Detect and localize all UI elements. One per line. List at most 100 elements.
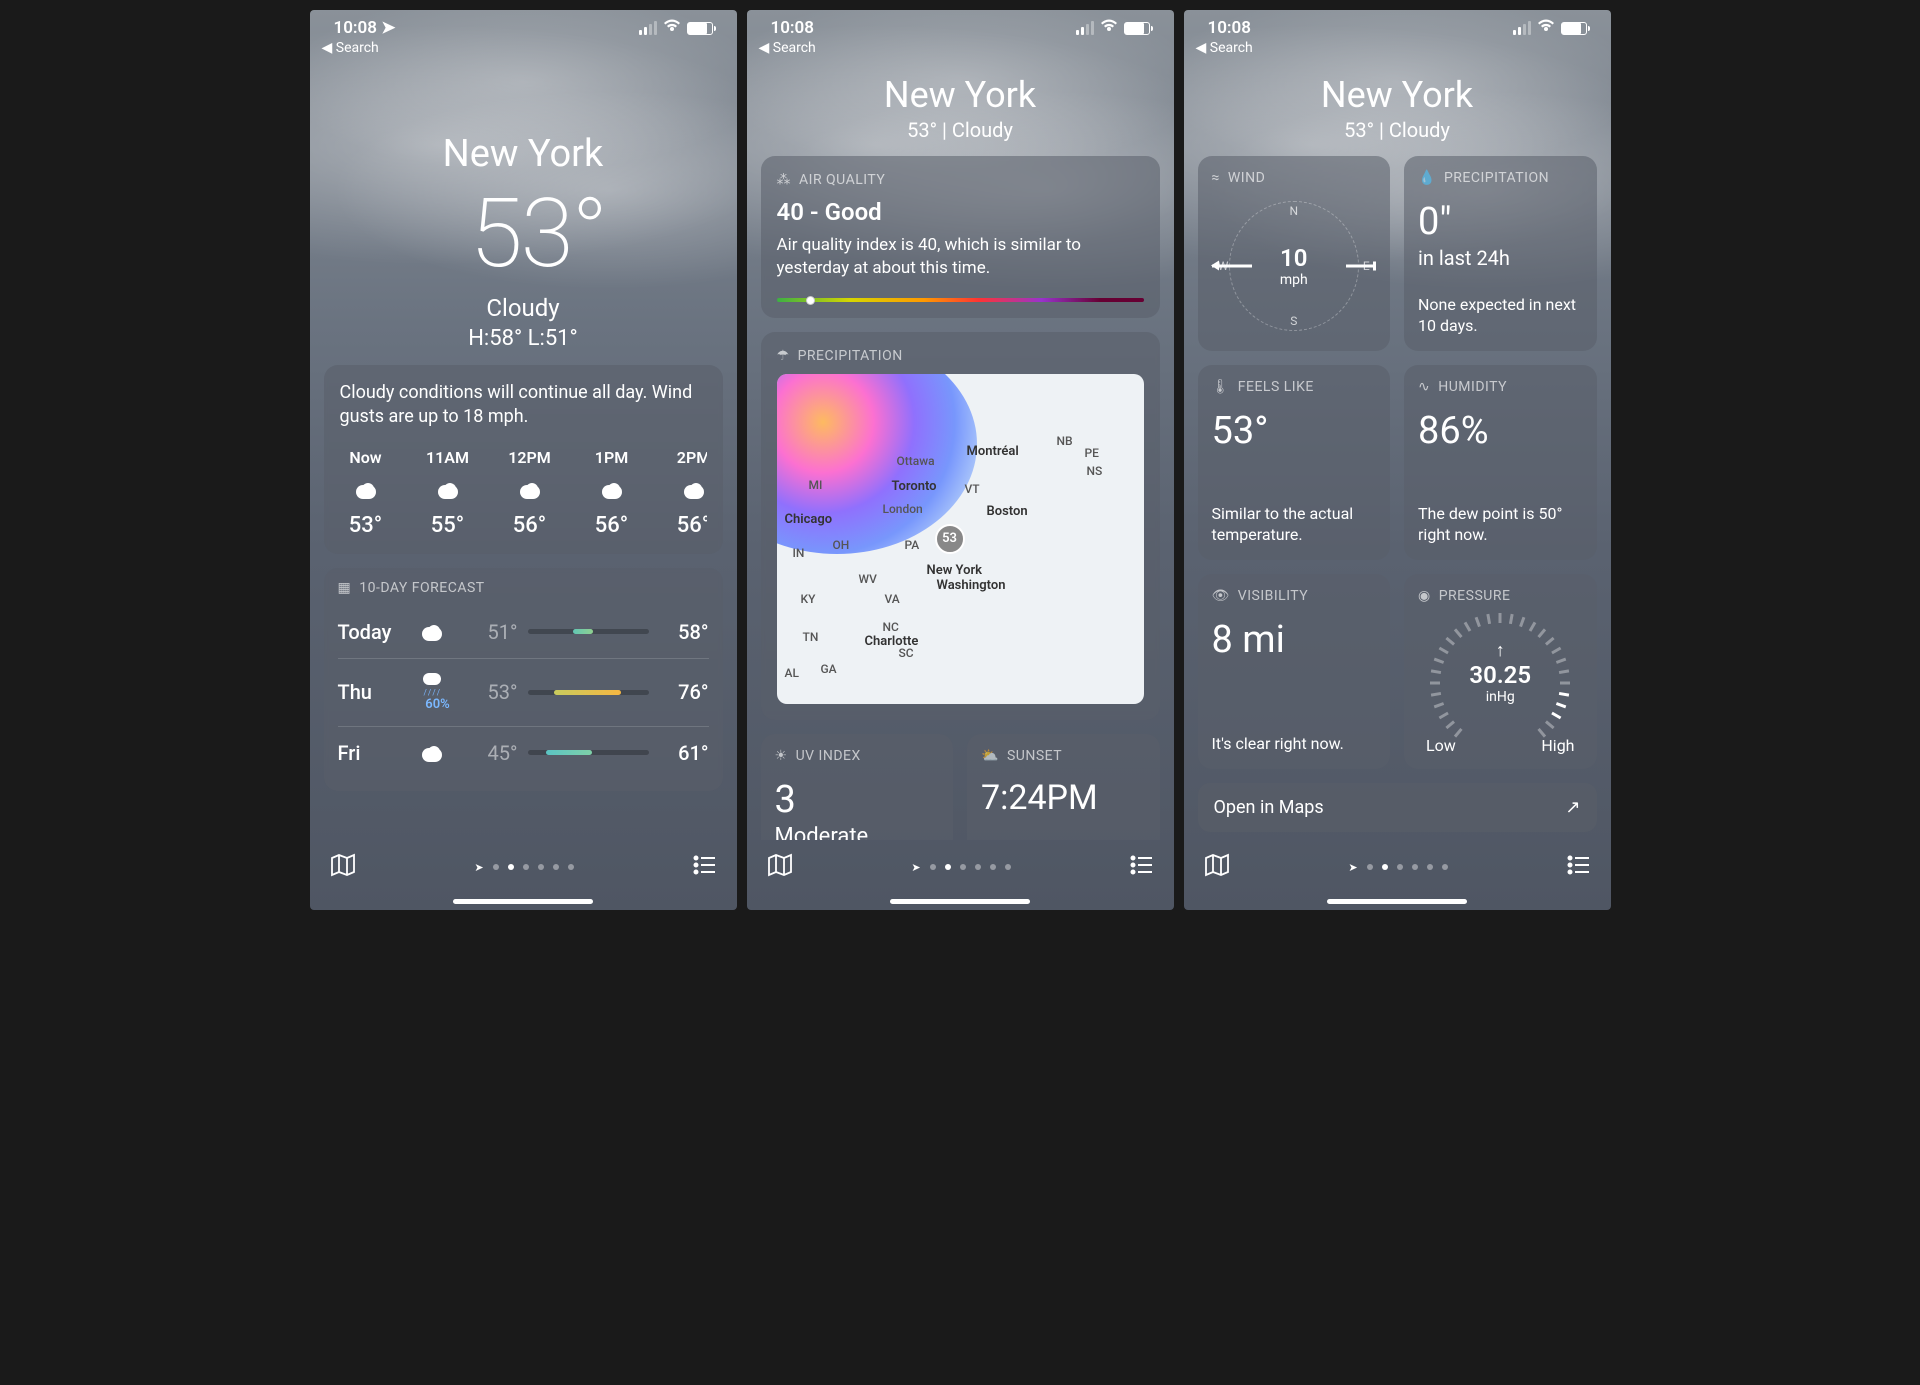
map-label: IN (793, 546, 805, 560)
map-label: VA (885, 592, 900, 606)
signal-icon (1076, 21, 1094, 35)
thermometer-icon: 🌡 (1212, 379, 1230, 395)
cloud-icon (352, 481, 380, 499)
precip-sub: in last 24h (1418, 246, 1583, 270)
precip-map-card[interactable]: ☂PRECIPITATION 53 MontréalOttawaTorontoL… (761, 332, 1160, 720)
wifi-icon (1537, 18, 1555, 38)
hourly-card[interactable]: Cloudy conditions will continue all day.… (324, 365, 723, 554)
map-label: MI (809, 478, 823, 492)
precip-map[interactable]: 53 MontréalOttawaTorontoLondonBostonNew … (777, 374, 1144, 704)
uv-level: Moderate (775, 824, 940, 840)
ten-day-title: 10-DAY FORECAST (359, 580, 484, 596)
sun-icon: ☀ (775, 748, 788, 764)
map-label: WV (859, 572, 877, 586)
status-time: 10:08 (334, 18, 377, 38)
wind-card[interactable]: ≈WIND NSEW 10mph (1198, 156, 1391, 351)
precip-desc: None expected in next 10 days. (1418, 295, 1583, 337)
external-link-icon: ↗ (1565, 797, 1580, 818)
home-indicator[interactable] (453, 899, 593, 904)
cloud-icon (516, 481, 544, 499)
map-label: OH (833, 538, 850, 552)
humidity-value: 86% (1418, 409, 1583, 453)
pressure-header: PRESSURE (1439, 588, 1511, 604)
precip-card[interactable]: 💧PRECIPITATION 0" in last 24h None expec… (1404, 156, 1597, 351)
home-indicator[interactable] (1327, 899, 1467, 904)
uv-card[interactable]: ☀UV INDEX 3 Moderate (761, 734, 954, 840)
vis-desc: It's clear right now. (1212, 734, 1377, 755)
back-search[interactable]: ◀ Search (1184, 40, 1611, 62)
map-label: KY (801, 592, 816, 606)
feels-like-card[interactable]: 🌡FEELS LIKE 53° Similar to the actual te… (1198, 365, 1391, 560)
wifi-icon (1100, 18, 1118, 38)
vis-value: 8 mi (1212, 618, 1377, 662)
wifi-icon (663, 18, 681, 38)
pressure-card[interactable]: ◉PRESSURE ↑30.25inHg LowHigh (1404, 574, 1597, 769)
map-label: VT (965, 482, 980, 496)
list-icon[interactable] (1567, 855, 1591, 879)
page-dots[interactable]: ➤ (1348, 861, 1447, 874)
back-search[interactable]: ◀ Search (310, 40, 737, 62)
air-quality-card[interactable]: ⁂AIR QUALITY 40 - Good Air quality index… (761, 156, 1160, 318)
sunset-card[interactable]: ⛅SUNSET 7:24PM (967, 734, 1160, 840)
city-summary: 53° | Cloudy (1184, 118, 1611, 142)
map-label: NB (1057, 434, 1073, 448)
hour-item: 2PM56° (668, 448, 707, 538)
page-dots[interactable]: ➤ (911, 861, 1010, 874)
cloud-icon (418, 744, 446, 762)
signal-icon (639, 21, 657, 35)
map-label: PE (1085, 446, 1099, 460)
ten-day-card[interactable]: ▦10-DAY FORECAST Today51°58°Thu60%53°76°… (324, 568, 723, 791)
forecast-row[interactable]: Thu60%53°76° (338, 658, 709, 726)
back-search[interactable]: ◀ Search (747, 40, 1174, 62)
status-bar: 10:08 ➤ (310, 10, 737, 40)
status-time: 10:08 (1208, 18, 1251, 38)
city-summary: 53° | Cloudy (747, 118, 1174, 142)
precip-header: PRECIPITATION (1444, 170, 1549, 186)
aq-scale-bar (777, 298, 1144, 302)
location-arrow-icon: ➤ (474, 861, 483, 874)
map-icon[interactable] (330, 853, 356, 881)
map-icon[interactable] (767, 853, 793, 881)
forecast-row[interactable]: Fri45°61° (338, 726, 709, 779)
wind-speed: 10 (1280, 244, 1307, 272)
visibility-card[interactable]: 👁VISIBILITY 8 mi It's clear right now. (1198, 574, 1391, 769)
rain-icon (418, 673, 446, 697)
status-bar: 10:08 (1184, 10, 1611, 40)
location-arrow-icon: ➤ (1348, 861, 1357, 874)
map-label: New York (927, 563, 983, 578)
sunset-icon: ⛅ (981, 748, 999, 764)
map-icon[interactable] (1204, 853, 1230, 881)
uv-header: UV INDEX (796, 748, 861, 764)
air-quality-icon: ⁂ (777, 172, 792, 188)
status-time: 10:08 (771, 18, 814, 38)
aq-desc: Air quality index is 40, which is simila… (777, 234, 1144, 280)
bottom-toolbar: ➤ (747, 840, 1174, 910)
current-temp: 53° (310, 186, 737, 282)
map-label: TN (803, 630, 819, 644)
location-arrow-icon: ➤ (381, 18, 395, 38)
header-compact: New York 53° | Cloudy (747, 74, 1174, 142)
forecast-row[interactable]: Today51°58° (338, 606, 709, 658)
humidity-desc: The dew point is 50° right now. (1418, 504, 1583, 546)
home-indicator[interactable] (890, 899, 1030, 904)
hi-lo: H:58° L:51° (310, 326, 737, 351)
page-dots[interactable]: ➤ (474, 861, 573, 874)
forecast-summary: Cloudy conditions will continue all day.… (340, 381, 707, 430)
humidity-card[interactable]: ∿HUMIDITY 86% The dew point is 50° right… (1404, 365, 1597, 560)
hour-item: Now53° (340, 448, 392, 538)
map-label: Washington (937, 578, 1006, 593)
humidity-header: HUMIDITY (1438, 379, 1507, 395)
map-label: Chicago (785, 512, 833, 527)
sunset-value: 7:24PM (981, 778, 1146, 818)
map-label: PA (905, 538, 920, 552)
back-label: Search (336, 40, 379, 56)
aq-value: 40 - Good (777, 198, 1144, 226)
map-label: Ottawa (897, 454, 935, 468)
wind-unit: mph (1280, 272, 1308, 288)
open-in-maps[interactable]: Open in Maps ↗ (1198, 783, 1597, 832)
list-icon[interactable] (693, 855, 717, 879)
bottom-toolbar: ➤ (310, 840, 737, 910)
list-icon[interactable] (1130, 855, 1154, 879)
map-label: NC (883, 620, 899, 634)
signal-icon (1513, 21, 1531, 35)
